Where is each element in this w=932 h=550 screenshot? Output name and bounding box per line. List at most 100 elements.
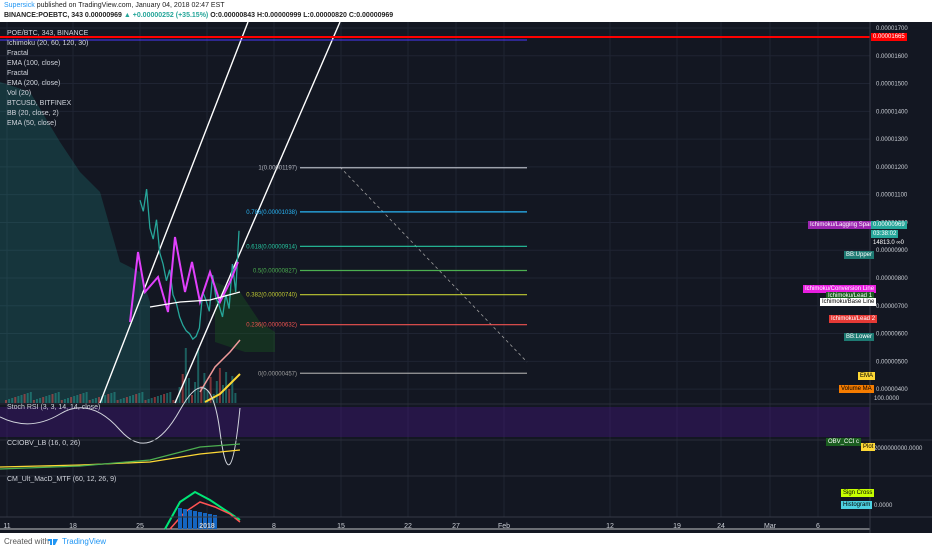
volume-bar [110, 393, 113, 403]
volume-bar [60, 400, 63, 403]
volume-bar [228, 389, 231, 403]
volume-bar [51, 394, 54, 403]
author-link[interactable]: Supersick [4, 2, 35, 9]
volume-bar [20, 395, 23, 403]
bb-lower-tag: BB:Lower [844, 333, 875, 341]
volume-tag: 14813.0 ∞0 [871, 239, 906, 247]
volume-bar [73, 396, 76, 403]
volume-bar [70, 397, 73, 403]
volume-bar [163, 394, 166, 403]
volume-bar [85, 392, 88, 403]
volume-bar [132, 395, 135, 403]
volume-bar [166, 393, 169, 403]
volume-bar [67, 398, 69, 403]
volume-bar [29, 392, 32, 403]
volume-bar [194, 382, 197, 403]
volume-bar [138, 393, 141, 403]
volume-bar [215, 381, 218, 403]
base-line-tag: Ichimoku/Base Line [820, 298, 877, 306]
volume-bar [141, 392, 144, 403]
volume-bar [11, 398, 14, 403]
price-tick-label: 0.00001400 [876, 109, 908, 115]
volume-bar [76, 395, 79, 403]
macd-histogram-bar [183, 509, 187, 529]
volume-bar [54, 393, 57, 403]
macd-histogram-bar [188, 510, 192, 529]
volume-bar [79, 394, 82, 403]
tradingview-brand[interactable]: TradingView [62, 537, 106, 546]
legend-item[interactable]: BTCUSD, BITFINEX [7, 100, 71, 107]
volume-bar [39, 398, 42, 403]
tradingview-logo-icon [48, 539, 58, 545]
fib-level-label: 0.618(0.00000914) [246, 244, 297, 250]
publish-line: Supersick published on TradingView.com, … [4, 2, 225, 9]
legend-item[interactable]: EMA (200, close) [7, 80, 60, 87]
time-tick-label: 15 [337, 523, 345, 530]
legend-item[interactable]: Fractal [7, 50, 28, 57]
candle-timer-tag: 03:38:02 [871, 230, 899, 238]
time-tick-label: 19 [673, 523, 681, 530]
price-tick-label: 0.00001500 [876, 82, 908, 88]
time-tick-label: 22 [404, 523, 412, 530]
volume-bar [107, 394, 110, 403]
time-tick-label: Feb [498, 523, 510, 530]
legend-item[interactable]: Ichimoku (20, 60, 120, 30) [7, 40, 88, 47]
time-tick-label: 12 [606, 523, 614, 530]
volume-bar [234, 393, 237, 403]
time-tick-label: 2018 [199, 523, 215, 530]
price-tick-label: 0.00000800 [876, 276, 908, 282]
time-tick-label: 24 [717, 523, 725, 530]
resistance-price-tag: 0.00001665 [871, 33, 907, 41]
volume-bar [135, 394, 138, 403]
legend-item[interactable]: POE/BTC, 343, BINANCE [7, 30, 88, 37]
legend-item[interactable]: EMA (100, close) [7, 60, 60, 67]
time-tick-label: 18 [69, 523, 77, 530]
fib-level-label: 0.786(0.00001038) [246, 210, 297, 216]
volume-bar [113, 392, 116, 403]
macd-title[interactable]: CM_Ult_MacD_MTF (60, 12, 26, 9) [7, 476, 116, 483]
volume-bar [122, 398, 125, 403]
volume-bar [144, 400, 147, 403]
legend-item[interactable]: Fractal [7, 70, 28, 77]
time-tick-label: 27 [452, 523, 460, 530]
legend-item[interactable]: EMA (50, close) [7, 120, 56, 127]
stoch-axis-label: 100.0000 [874, 396, 900, 402]
legend-item[interactable]: Vol (20) [7, 90, 31, 97]
lead2-tag: Ichimoku/Lead 2 [829, 315, 878, 323]
low-value: L:0.00000820 [303, 12, 347, 19]
macd-histogram-bar [193, 511, 197, 529]
volume-bar [82, 393, 85, 403]
volume-bar [172, 400, 175, 403]
price-chart[interactable]: 1(0.00001197) 0.786(0.00001038) 0.618(0.00… [0, 22, 932, 533]
legend-item[interactable]: BB (20, close, 2) [7, 110, 59, 117]
bb-upper-tag: BB:Upper [844, 251, 875, 259]
price-tick-label: 0.00001300 [876, 137, 908, 143]
price-tick-label: 0.00000900 [876, 248, 908, 254]
volume-bar [187, 378, 190, 403]
volume-bar [129, 396, 131, 403]
symbol-line: BINANCE:POEBTC, 343 [4, 12, 83, 19]
ema-tag: EMA [858, 372, 876, 380]
high-value: H:0.00000999 [256, 12, 302, 19]
macd-axis-label: 0.0000 [874, 503, 893, 509]
stoch-rsi-title[interactable]: Stoch RSI (3, 3, 14, 14, close) [7, 404, 100, 411]
cci-axis-label: 2000000000.0000 [874, 446, 923, 452]
price-tick-label: 0.00000700 [876, 304, 908, 310]
time-tick-label: 8 [272, 523, 276, 530]
fib-level-label: 0.236(0.00000632) [246, 323, 297, 329]
header: Supersick published on TradingView.com, … [0, 0, 932, 22]
volume-bar [14, 397, 17, 403]
stoch-band [0, 407, 870, 437]
cciobv-title[interactable]: CCIOBV_LB (16, 0, 26) [7, 440, 80, 447]
time-tick-label: 11 [3, 523, 10, 530]
obv-cci-tag: OBV_CCI c [826, 438, 862, 446]
ohlc-line: BINANCE:POEBTC, 343 0.00000969 ▲ +0.0000… [4, 12, 393, 19]
volume-bar [150, 398, 153, 403]
volume-bar [147, 399, 150, 403]
volume-bar [197, 348, 200, 403]
fib-level-label: 0.5(0.00000827) [253, 269, 297, 275]
volume-bar [8, 399, 11, 403]
price-tick-label: 0.00001700 [876, 26, 908, 32]
volume-bar [104, 395, 107, 403]
price-tick-label: 0.00001100 [876, 193, 908, 199]
